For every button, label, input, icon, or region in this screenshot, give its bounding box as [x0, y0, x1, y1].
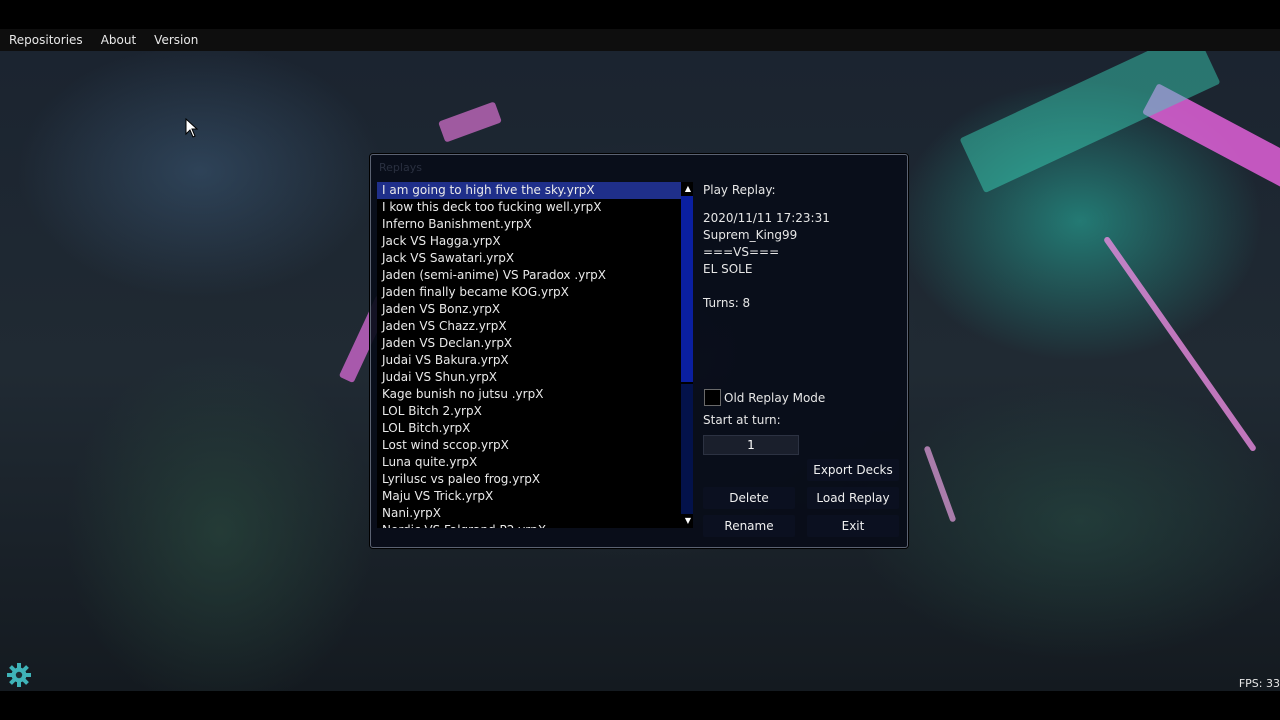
replay-list-item[interactable]: Maju VS Trick.yrpX	[377, 488, 693, 505]
replay-list-item[interactable]: LOL Bitch.yrpX	[377, 420, 693, 437]
replay-list[interactable]: I am going to high five the sky.yrpX I ko…	[377, 182, 693, 528]
replay-list-item[interactable]: Jaden finally became KOG.yrpX	[377, 284, 693, 301]
menu-version[interactable]: Version	[145, 29, 207, 51]
start-at-turn-label: Start at turn:	[703, 413, 781, 427]
replay-list-item[interactable]: Inferno Banishment.yrpX	[377, 216, 693, 233]
replay-list-item[interactable]: Jack VS Sawatari.yrpX	[377, 250, 693, 267]
dialog-title: Replays	[379, 161, 422, 174]
replay-date: 2020/11/11 17:23:31	[703, 211, 830, 225]
letterbox-top	[0, 0, 1280, 29]
replay-list-item[interactable]: Lyrilusc vs paleo frog.yrpX	[377, 471, 693, 488]
play-replay-label: Play Replay:	[703, 183, 776, 197]
menu-bar: Repositories About Version	[0, 29, 1280, 51]
replay-list-item[interactable]: Judai VS Bakura.yrpX	[377, 352, 693, 369]
arrow-down-icon[interactable]: ▼	[681, 514, 693, 528]
replay-list-item[interactable]: Judai VS Shun.yrpX	[377, 369, 693, 386]
replay-list-item[interactable]: LOL Bitch 2.yrpX	[377, 403, 693, 420]
rename-button[interactable]: Rename	[703, 515, 795, 537]
player-one-name: Suprem_King99	[703, 228, 798, 242]
letterbox-bottom	[0, 691, 1280, 720]
replay-list-item[interactable]: Jaden (semi-anime) VS Paradox .yrpX	[377, 267, 693, 284]
replay-list-item[interactable]: Nordic VS Falgrand P2.yrpX	[377, 522, 693, 528]
replay-list-item[interactable]: I am going to high five the sky.yrpX	[377, 182, 693, 199]
start-at-turn-input[interactable]	[703, 435, 799, 455]
old-replay-mode-label: Old Replay Mode	[724, 391, 826, 405]
delete-button[interactable]: Delete	[703, 487, 795, 509]
player-two-name: EL SOLE	[703, 262, 753, 276]
menu-about[interactable]: About	[92, 29, 145, 51]
replay-list-item[interactable]: Nani.yrpX	[377, 505, 693, 522]
replays-dialog: Replays I am going to high five the sky.…	[370, 154, 908, 548]
replay-list-item[interactable]: Kage bunish no jutsu .yrpX	[377, 386, 693, 403]
replay-list-item[interactable]: Luna quite.yrpX	[377, 454, 693, 471]
gear-icon[interactable]	[6, 662, 32, 688]
replay-list-item[interactable]: Jack VS Hagga.yrpX	[377, 233, 693, 250]
load-replay-button[interactable]: Load Replay	[807, 487, 899, 509]
replay-list-item[interactable]: Lost wind sccop.yrpX	[377, 437, 693, 454]
replay-list-item[interactable]: Jaden VS Declan.yrpX	[377, 335, 693, 352]
old-replay-mode-checkbox[interactable]	[704, 389, 721, 406]
background-beam	[1102, 235, 1258, 453]
exit-button[interactable]: Exit	[807, 515, 899, 537]
replay-list-item[interactable]: I kow this deck too fucking well.yrpX	[377, 199, 693, 216]
mouse-pointer-icon	[185, 118, 199, 138]
scroll-thumb[interactable]	[681, 196, 693, 384]
replay-list-item[interactable]: Jaden VS Chazz.yrpX	[377, 318, 693, 335]
fps-counter: FPS: 33	[1238, 677, 1280, 690]
replay-list-scrollbar[interactable]: ▲ ▼	[681, 182, 693, 528]
background-beam	[438, 101, 502, 143]
export-decks-button[interactable]: Export Decks	[807, 459, 899, 481]
replay-list-item[interactable]: Jaden VS Bonz.yrpX	[377, 301, 693, 318]
replay-list-items: I am going to high five the sky.yrpX I ko…	[377, 182, 693, 528]
arrow-up-icon[interactable]: ▲	[681, 182, 693, 196]
versus-separator: ===VS===	[703, 245, 780, 259]
background-beam	[923, 445, 957, 523]
menu-repositories[interactable]: Repositories	[0, 29, 92, 51]
turn-count: Turns: 8	[703, 296, 751, 310]
